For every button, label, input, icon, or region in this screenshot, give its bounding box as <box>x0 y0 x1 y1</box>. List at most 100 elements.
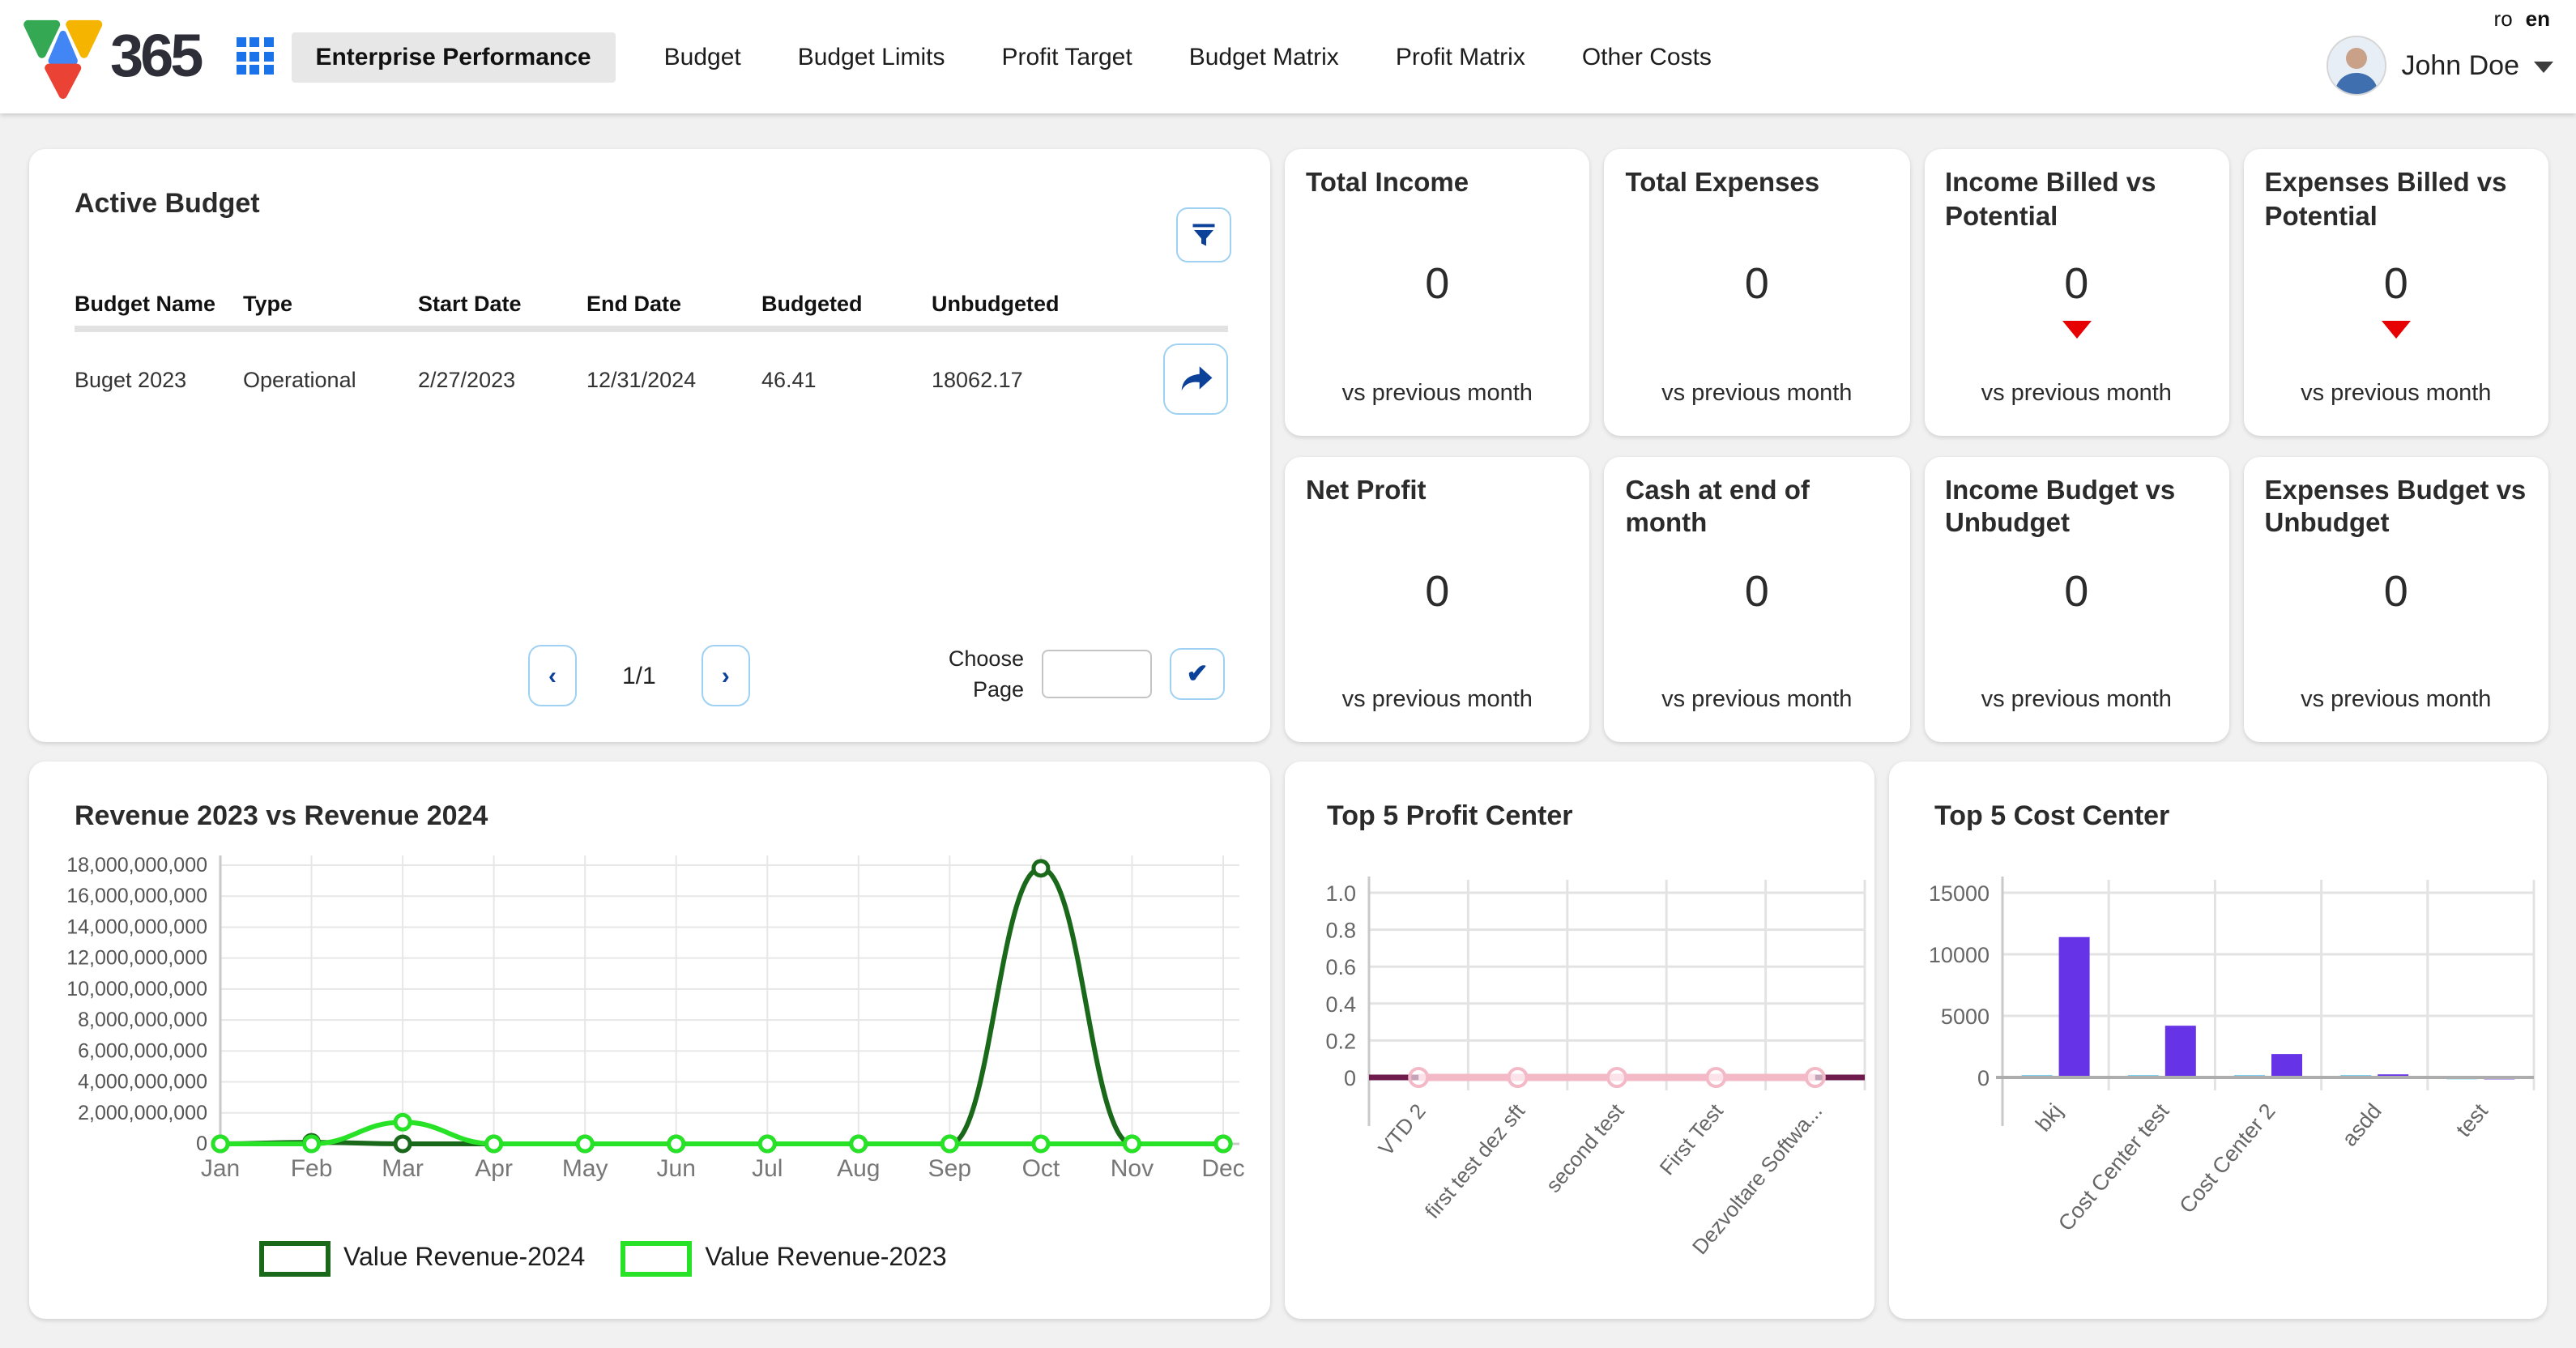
kpi-note: vs previous month <box>1285 687 1590 713</box>
cost-center-bar-chart: 050001000015000bkjCost Center testCost C… <box>1905 839 2544 1312</box>
svg-text:1.0: 1.0 <box>1325 881 1356 906</box>
prev-page-button[interactable]: ‹ <box>528 645 577 706</box>
svg-text:bkj: bkj <box>2031 1099 2067 1137</box>
main-nav: Budget Budget Limits Profit Target Budget M… <box>664 43 1712 70</box>
kpi-value: 0 <box>1605 259 1910 309</box>
legend-item: Value Revenue-2023 <box>621 1241 946 1277</box>
profit-center-title: Top 5 Profit Center <box>1327 800 1573 833</box>
svg-text:10,000,000,000: 10,000,000,000 <box>66 978 207 1000</box>
user-name: John Doe <box>2401 49 2519 82</box>
svg-text:18,000,000,000: 18,000,000,000 <box>66 854 207 877</box>
kpi-card-total-income: Total Income 0 vs previous month <box>1285 149 1590 435</box>
kpi-note: vs previous month <box>1924 380 2229 406</box>
kpi-title: Expenses Billed vs Potential <box>2265 167 2536 234</box>
kpi-title: Cash at end of month <box>1626 474 1897 541</box>
kpi-card-net-profit: Net Profit 0 vs previous month <box>1285 456 1590 742</box>
nav-item-profit-matrix[interactable]: Profit Matrix <box>1396 43 1525 70</box>
kpi-title: Net Profit <box>1306 474 1577 507</box>
svg-text:0: 0 <box>196 1133 207 1155</box>
column-header-budget-name: Budget Name <box>75 282 243 326</box>
svg-text:Mar: Mar <box>382 1155 424 1182</box>
trend-down-icon <box>2382 321 2411 339</box>
active-app-button[interactable]: Enterprise Performance <box>291 32 615 82</box>
table-header-row: Budget NameTypeStart DateEnd DateBudgete… <box>75 282 1228 332</box>
kpi-title: Expenses Budget vs Unbudget <box>2265 474 2536 541</box>
cell-budgeted: 46.41 <box>761 367 932 391</box>
legend-label: Value Revenue-2023 <box>705 1244 946 1273</box>
svg-text:0.2: 0.2 <box>1325 1029 1356 1053</box>
kpi-value: 0 <box>2244 259 2549 309</box>
kpi-value: 0 <box>1924 259 2229 309</box>
choose-page-input[interactable] <box>1042 651 1152 699</box>
pagination: ‹ 1/1 › <box>528 645 750 706</box>
kpi-grid: Total Income 0 vs previous month Total Expe… <box>1285 149 2548 742</box>
filter-button[interactable] <box>1176 207 1231 262</box>
column-header-end-date: End Date <box>586 282 761 326</box>
dashboard-root: 365 Enterprise Performance Budget Budget … <box>0 0 2576 1348</box>
apps-grid-icon[interactable] <box>236 37 275 76</box>
kpi-card-total-expenses: Total Expenses0vs previous month <box>1605 149 1910 435</box>
cell-end-date: 12/31/2024 <box>586 367 761 391</box>
kpi-title: Total Income <box>1306 167 1577 200</box>
kpi-value: 0 <box>1285 566 1590 616</box>
svg-text:Jul: Jul <box>752 1155 783 1182</box>
svg-text:8,000,000,000: 8,000,000,000 <box>78 1009 207 1031</box>
column-header-budgeted: Budgeted <box>761 282 932 326</box>
kpi-card-expenses-budget-vs-unbudget: Expenses Budget vs Unbudget0vs previous … <box>2244 456 2549 742</box>
page-indicator: 1/1 <box>622 662 656 689</box>
user-avatar <box>2327 36 2386 96</box>
revenue-chart-title: Revenue 2023 vs Revenue 2024 <box>75 800 488 833</box>
svg-text:VTD 2: VTD 2 <box>1373 1099 1430 1161</box>
choose-page-group: Choose Page ✔ <box>923 643 1225 706</box>
trend-down-icon <box>2062 321 2091 339</box>
svg-text:0.8: 0.8 <box>1325 919 1356 943</box>
choose-page-label: Choose Page <box>923 643 1024 706</box>
filter-icon <box>1189 220 1218 250</box>
user-menu[interactable]: John Doe <box>2327 36 2553 96</box>
svg-text:0.4: 0.4 <box>1325 992 1356 1017</box>
kpi-value: 0 <box>1924 566 2229 616</box>
nav-item-budget-matrix[interactable]: Budget Matrix <box>1189 43 1339 70</box>
svg-text:First Test: First Test <box>1655 1098 1729 1180</box>
nav-item-budget[interactable]: Budget <box>664 43 741 70</box>
brand-logo: 365 <box>19 15 200 99</box>
nav-item-other-costs[interactable]: Other Costs <box>1582 43 1712 70</box>
nav-item-profit-target[interactable]: Profit Target <box>1002 43 1132 70</box>
nav-item-budget-limits[interactable]: Budget Limits <box>798 43 945 70</box>
kpi-note: vs previous month <box>1605 687 1910 713</box>
chevron-down-icon <box>2534 62 2553 73</box>
kpi-card-expenses-billed-vs-potential: Expenses Billed vs Potential 0 vs previous… <box>2244 149 2549 435</box>
svg-text:2,000,000,000: 2,000,000,000 <box>78 1102 207 1124</box>
confirm-page-button[interactable]: ✔ <box>1170 649 1225 701</box>
svg-text:Feb: Feb <box>291 1155 333 1182</box>
table-row: Buget 2023Operational2/27/202312/31/2024… <box>75 332 1228 426</box>
cost-center-title: Top 5 Cost Center <box>1934 800 2169 833</box>
active-budget-card: Active Budget Budget NameTypeStart DateE… <box>29 149 1270 742</box>
svg-text:Dec: Dec <box>1201 1155 1244 1182</box>
svg-text:Oct: Oct <box>1022 1155 1060 1182</box>
kpi-note: vs previous month <box>2244 687 2549 713</box>
svg-text:Jan: Jan <box>201 1155 240 1182</box>
open-budget-button[interactable] <box>1163 343 1228 415</box>
next-page-button[interactable]: › <box>702 645 750 706</box>
kpi-title: Total Expenses <box>1626 167 1897 200</box>
kpi-note: vs previous month <box>2244 380 2549 406</box>
profit-center-line-chart: 00.20.40.60.81.0VTD 2first test dez sfts… <box>1301 839 1871 1312</box>
share-arrow-icon <box>1178 363 1213 395</box>
legend-swatch <box>259 1241 331 1277</box>
kpi-card-cash-at-end-of-month: Cash at end of month0vs previous month <box>1605 456 1910 742</box>
svg-text:0: 0 <box>1977 1066 1990 1090</box>
lang-ro[interactable]: ro <box>2494 6 2513 31</box>
kpi-note: vs previous month <box>1285 380 1590 406</box>
kpi-card-income-billed-vs-potential: Income Billed vs Potential0vs previous m… <box>1924 149 2229 435</box>
svg-text:4,000,000,000: 4,000,000,000 <box>78 1071 207 1094</box>
cell-start-date: 2/27/2023 <box>418 367 586 391</box>
user-avatar-image <box>2328 37 2385 94</box>
kpi-value: 0 <box>1285 259 1590 309</box>
svg-text:first test dez sft: first test dez sft <box>1420 1098 1530 1223</box>
brand-name: 365 <box>110 23 200 91</box>
language-switcher: roen <box>2494 6 2550 31</box>
lang-en[interactable]: en <box>2526 6 2550 31</box>
svg-text:Cost Center 2: Cost Center 2 <box>2175 1099 2280 1218</box>
column-header-actions <box>1134 294 1228 314</box>
